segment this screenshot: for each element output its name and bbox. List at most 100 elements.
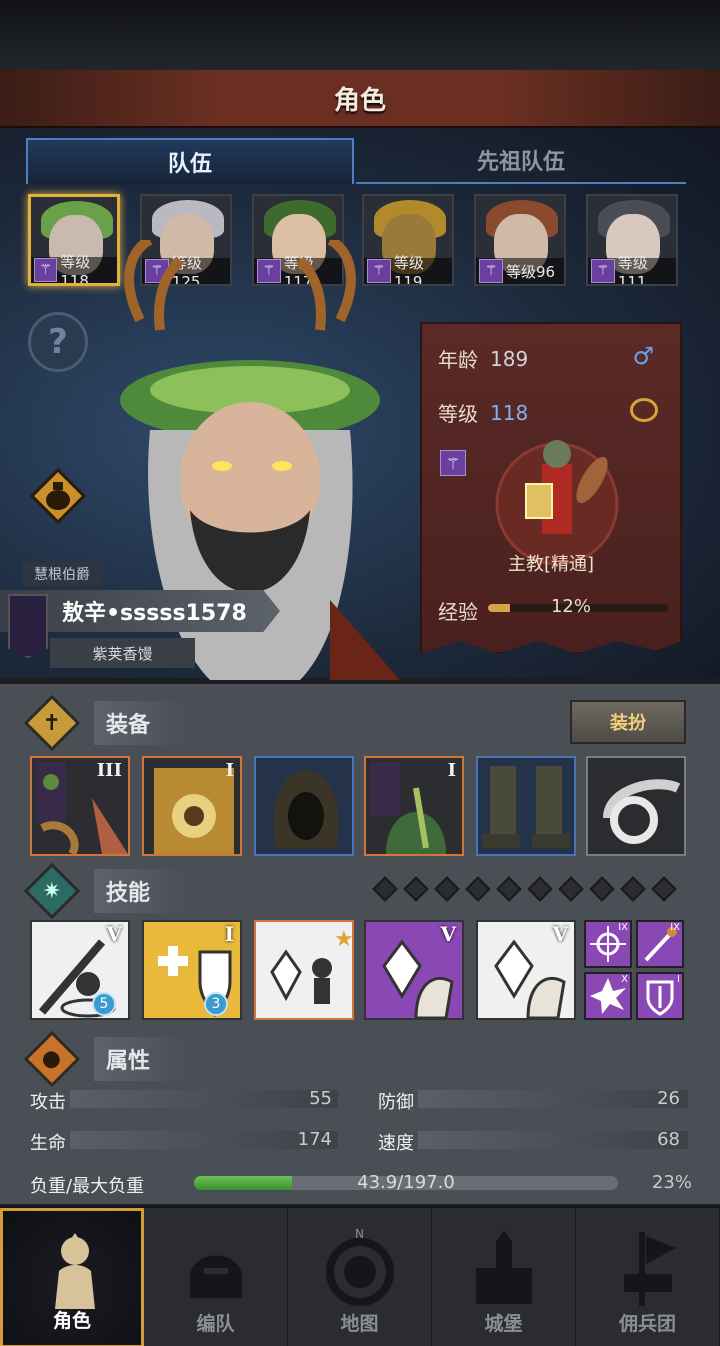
level-value: 118 xyxy=(490,400,529,425)
passive-skill-burst[interactable]: X xyxy=(584,972,632,1020)
help-button[interactable]: ? xyxy=(28,312,88,372)
skill-point xyxy=(465,876,491,902)
skill-tier: V xyxy=(440,922,456,946)
hood-icon xyxy=(273,770,339,848)
castle-icon xyxy=(476,1230,532,1304)
skill-points-row xyxy=(372,876,677,902)
load-percent: 23% xyxy=(651,1172,692,1193)
load-value: 43.9/197.0 xyxy=(357,1172,455,1193)
skill-tier: V xyxy=(106,922,122,946)
skill-point xyxy=(620,876,646,902)
status-bar xyxy=(0,0,720,70)
boots-icon xyxy=(482,766,570,848)
equip-slot-holy-book[interactable]: I xyxy=(142,756,242,856)
age-label: 年龄 xyxy=(438,348,478,372)
nav-label: 城堡 xyxy=(484,1313,523,1335)
skill-card-3[interactable]: ★ xyxy=(254,920,354,1020)
shield-icon xyxy=(646,980,674,1016)
skill-level-badge: 3 xyxy=(204,992,228,1016)
nav-map[interactable]: N 地图 xyxy=(288,1208,432,1346)
family-tag: 慧根伯爵 xyxy=(22,562,102,586)
crystal-blessing-icon: ★ xyxy=(270,927,352,1004)
family-banner-icon xyxy=(8,594,48,658)
skill-tier: IX xyxy=(670,922,680,933)
skill-card-4[interactable]: V xyxy=(364,920,464,1020)
nav-label: 编队 xyxy=(196,1313,235,1335)
class-name: 主教[精通] xyxy=(507,554,595,575)
load-label: 负重/最大负重 xyxy=(30,1176,145,1197)
attributes-label: 属性 xyxy=(94,1037,191,1081)
exp-percent: 12% xyxy=(550,596,591,617)
attack-value: 55 xyxy=(309,1088,332,1109)
defense-value: 26 xyxy=(657,1088,680,1109)
skill-point xyxy=(527,876,553,902)
skill-level-badge: 5 xyxy=(92,992,116,1016)
skill-tier: I xyxy=(224,922,234,946)
nav-character[interactable]: 角色 xyxy=(0,1208,144,1346)
party-member-6[interactable]: ⚚ 等级111 xyxy=(586,194,678,286)
hero-info-card: 年龄 189 ♂ 等级 118 ⚚ 主教[精通] 经验 12% xyxy=(420,322,682,654)
skill-point xyxy=(558,876,584,902)
skill-tier: V xyxy=(552,922,568,946)
banner-flag-icon xyxy=(624,1232,676,1306)
passive-skill-grid: IX IX X I xyxy=(584,920,684,1020)
skill-point xyxy=(496,876,522,902)
attributes-header: ● 属性 xyxy=(23,1030,690,1088)
nav-formation[interactable]: 编队 xyxy=(144,1208,288,1346)
bottom-nav: 角色 编队 N 地图 城堡 佣兵团 xyxy=(0,1206,720,1346)
item-tier: III xyxy=(96,760,122,781)
skill-point xyxy=(651,876,677,902)
attributes-icon: ● xyxy=(23,1030,81,1088)
compass-icon: N xyxy=(326,1228,394,1306)
male-icon: ♂ xyxy=(632,342,654,370)
equipment-icon: ✝ xyxy=(23,694,81,752)
skill-card-5[interactable]: V xyxy=(476,920,576,1020)
helmet-icon xyxy=(190,1255,242,1298)
speed-value: 68 xyxy=(657,1129,680,1150)
equip-slot-leaf-armor[interactable]: I xyxy=(364,756,464,856)
ring-icon[interactable] xyxy=(630,398,658,422)
ring-trinket-icon xyxy=(588,758,684,854)
skill-point xyxy=(403,876,429,902)
speed-label: 速度 xyxy=(378,1133,414,1154)
skill-point xyxy=(372,876,398,902)
passive-skill-target[interactable]: IX xyxy=(584,920,632,968)
dress-up-button[interactable]: 装扮 xyxy=(570,700,686,744)
passive-skill-wand[interactable]: IX xyxy=(636,920,684,968)
class-staff-icon: ⚚ xyxy=(591,259,615,283)
svg-text:N: N xyxy=(355,1228,364,1241)
skills-label: 技能 xyxy=(94,869,191,913)
nav-label: 地图 xyxy=(340,1313,379,1335)
nav-label: 佣兵团 xyxy=(618,1313,676,1335)
nav-castle[interactable]: 城堡 xyxy=(432,1208,576,1346)
skill-tier: IX xyxy=(618,922,628,933)
hp-value: 174 xyxy=(297,1129,332,1150)
skill-card-1[interactable]: V 5 xyxy=(30,920,130,1020)
equip-slot-banner-weapon[interactable]: III xyxy=(30,756,130,856)
equip-slot-ring-trinket[interactable] xyxy=(586,756,686,856)
class-staff-icon: ⚚ xyxy=(34,258,58,282)
nav-mercenary[interactable]: 佣兵团 xyxy=(576,1208,720,1346)
skill-point xyxy=(434,876,460,902)
passive-skill-shield[interactable]: I xyxy=(636,972,684,1020)
item-tier: I xyxy=(447,760,456,781)
hp-label: 生命 xyxy=(30,1133,66,1154)
hero-subtitle: 紫荚香馒 xyxy=(50,638,195,668)
equipment-label: 装备 xyxy=(94,701,191,745)
skill-tier: I xyxy=(677,974,680,985)
potion-icon[interactable] xyxy=(30,468,86,524)
class-staff-icon: ⚚ xyxy=(479,259,503,283)
tab-team[interactable]: 队伍 xyxy=(26,138,354,184)
skill-card-2[interactable]: I 3 xyxy=(142,920,242,1020)
tab-ancestor-team[interactable]: 先祖队伍 xyxy=(356,138,686,184)
page-header: 角色 xyxy=(0,70,720,128)
knight-helmet-icon xyxy=(55,1233,95,1309)
equip-slot-hood[interactable] xyxy=(254,756,354,856)
party-member-5[interactable]: ⚚ 等级96 xyxy=(474,194,566,286)
page-title: 角色 xyxy=(333,85,386,116)
member-level: 等级111 xyxy=(617,253,648,286)
skill-tier: X xyxy=(621,974,628,985)
item-tier: I xyxy=(225,760,234,781)
equip-slot-boots[interactable] xyxy=(476,756,576,856)
member-level: 等级96 xyxy=(506,262,556,281)
